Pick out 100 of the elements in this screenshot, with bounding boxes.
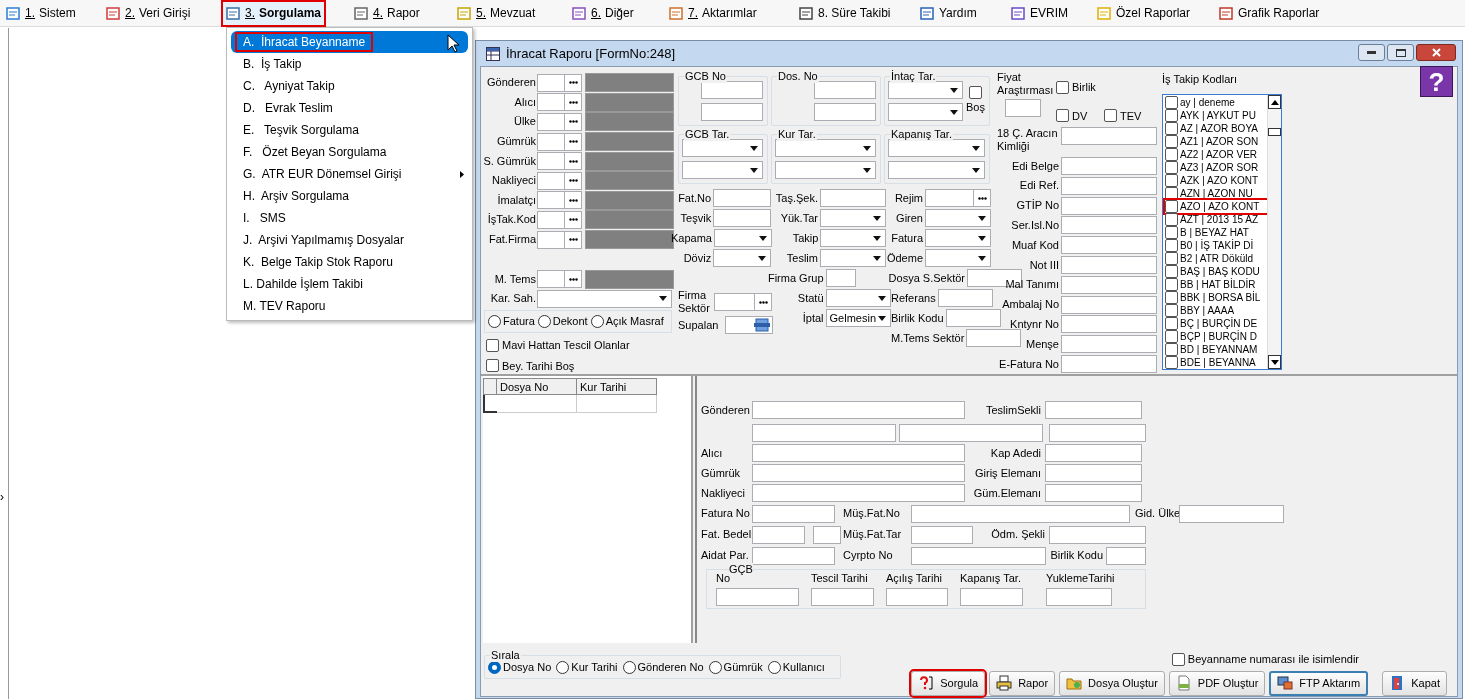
text-field[interactable] (814, 103, 876, 121)
text-field[interactable] (1179, 504, 1284, 523)
text-field[interactable] (945, 309, 1001, 327)
menu-item[interactable]: Yardım (917, 1, 980, 25)
checkbox[interactable] (1165, 330, 1178, 343)
text-field[interactable] (1061, 196, 1157, 215)
dropdown-field[interactable] (775, 139, 876, 157)
list-item[interactable]: BD | BEYANNAM (1165, 343, 1267, 356)
text-field[interactable] (911, 546, 1046, 565)
radio-button[interactable] (537, 314, 551, 328)
text-field[interactable] (537, 230, 565, 249)
checkbox[interactable] (1165, 291, 1178, 304)
ftp-button[interactable]: FTP Aktarım (1269, 670, 1369, 696)
checkbox[interactable] (1165, 148, 1178, 161)
menu-item[interactable]: 5. Mevzuat (454, 1, 539, 25)
list-item[interactable]: ay | deneme (1165, 96, 1267, 109)
text-field[interactable] (1046, 588, 1112, 606)
dropdown-field[interactable] (775, 161, 876, 179)
text-field[interactable] (537, 152, 565, 171)
menu-item[interactable]: G. ATR EUR Dönemsel Girişi (231, 163, 468, 185)
menu-item[interactable]: E. Teşvik Sorgulama (231, 119, 468, 141)
text-field[interactable] (1005, 99, 1041, 117)
text-field[interactable] (537, 132, 565, 151)
text-field[interactable] (1061, 236, 1157, 255)
browse-button[interactable] (565, 210, 582, 229)
scroll-up-button[interactable] (1268, 95, 1281, 109)
text-field[interactable] (813, 525, 841, 544)
text-field[interactable] (752, 525, 805, 544)
menu-item[interactable]: Grafik Raporlar (1216, 1, 1323, 25)
checkbox[interactable] (1165, 239, 1178, 252)
menu-item[interactable]: D. Evrak Teslim (231, 97, 468, 119)
text-field[interactable] (1061, 355, 1157, 373)
text-field[interactable] (937, 289, 993, 307)
browse-button[interactable] (974, 189, 991, 207)
column-header[interactable]: Kur Tarihi (577, 378, 657, 395)
minimize-button[interactable] (1358, 44, 1385, 61)
menu-item[interactable]: K. Belge Takip Stok Raporu (231, 251, 468, 273)
maximize-button[interactable] (1387, 44, 1414, 61)
scroll-thumb[interactable] (1268, 128, 1281, 136)
menu-item[interactable]: 7. Aktarımlar (666, 1, 760, 25)
text-field[interactable] (752, 546, 835, 565)
menu-item[interactable]: Özel Raporlar (1094, 1, 1194, 25)
browse-button[interactable] (565, 152, 582, 171)
checkbox[interactable] (1171, 652, 1185, 666)
text-field[interactable] (537, 270, 565, 289)
list-item[interactable]: AZ1 | AZOR SON (1165, 135, 1267, 148)
checkbox[interactable] (1165, 135, 1178, 148)
list-item[interactable]: B0 | İŞ TAKİP Dİ (1165, 239, 1267, 252)
dropdown-field[interactable] (682, 139, 763, 157)
query-button[interactable]: Sorgula (911, 670, 986, 696)
dropdown-field[interactable] (925, 229, 991, 247)
text-field[interactable] (725, 316, 773, 334)
checkbox[interactable] (1165, 109, 1178, 122)
text-field[interactable] (1049, 525, 1146, 544)
list-item[interactable]: BAŞ | BAŞ KODU (1165, 265, 1267, 278)
radio-button[interactable] (622, 660, 636, 674)
checkbox[interactable] (1165, 265, 1178, 278)
menu-item[interactable]: EVRIM (1008, 1, 1071, 25)
text-field[interactable] (899, 424, 1043, 442)
list-item[interactable]: AZ | AZOR BOYA (1165, 122, 1267, 135)
text-field[interactable] (1061, 335, 1157, 354)
checkbox[interactable] (1165, 161, 1178, 174)
list-item[interactable]: AZ2 | AZOR VER (1165, 148, 1267, 161)
dropdown-field[interactable] (888, 139, 985, 157)
menu-item[interactable]: 8. Süre Takibi (796, 1, 894, 25)
menu-item[interactable]: C. Ayniyat Takip (231, 75, 468, 97)
checkbox[interactable] (1165, 122, 1178, 135)
text-field[interactable] (1106, 546, 1146, 565)
text-field[interactable] (1049, 424, 1146, 442)
menu-item[interactable]: M. TEV Raporu (231, 295, 468, 317)
list-item[interactable]: BBY | AAAA (1165, 304, 1267, 317)
text-field[interactable] (1045, 444, 1142, 462)
menu-item[interactable]: 6. Diğer (569, 1, 637, 25)
checkbox[interactable] (1165, 213, 1178, 226)
text-field[interactable] (825, 269, 856, 287)
report-button[interactable]: Rapor (989, 670, 1056, 696)
checkbox[interactable] (1165, 278, 1178, 291)
dropdown-field[interactable] (888, 161, 985, 179)
checkbox[interactable] (1165, 356, 1178, 369)
scroll-down-button[interactable] (1268, 355, 1281, 369)
text-field[interactable] (967, 269, 1022, 287)
checkbox[interactable] (969, 86, 982, 100)
text-field[interactable] (752, 464, 965, 482)
dropdown-field[interactable] (925, 209, 991, 227)
text-field[interactable] (701, 81, 763, 99)
text-field[interactable] (811, 588, 874, 606)
text-field[interactable] (537, 73, 565, 92)
text-field[interactable] (713, 189, 772, 207)
checkbox[interactable] (1056, 109, 1069, 123)
text-field[interactable] (537, 191, 565, 210)
text-field[interactable] (1061, 176, 1157, 195)
text-field[interactable] (537, 93, 565, 112)
text-field[interactable] (701, 103, 763, 121)
text-field[interactable] (1061, 315, 1157, 334)
text-field[interactable] (537, 210, 565, 229)
menu-item[interactable]: H. Arşiv Sorgulama (231, 185, 468, 207)
dropdown-field[interactable] (819, 209, 886, 227)
text-field[interactable] (911, 504, 1130, 523)
menu-item[interactable]: I. SMS (231, 207, 468, 229)
dropdown-field[interactable] (820, 229, 887, 247)
